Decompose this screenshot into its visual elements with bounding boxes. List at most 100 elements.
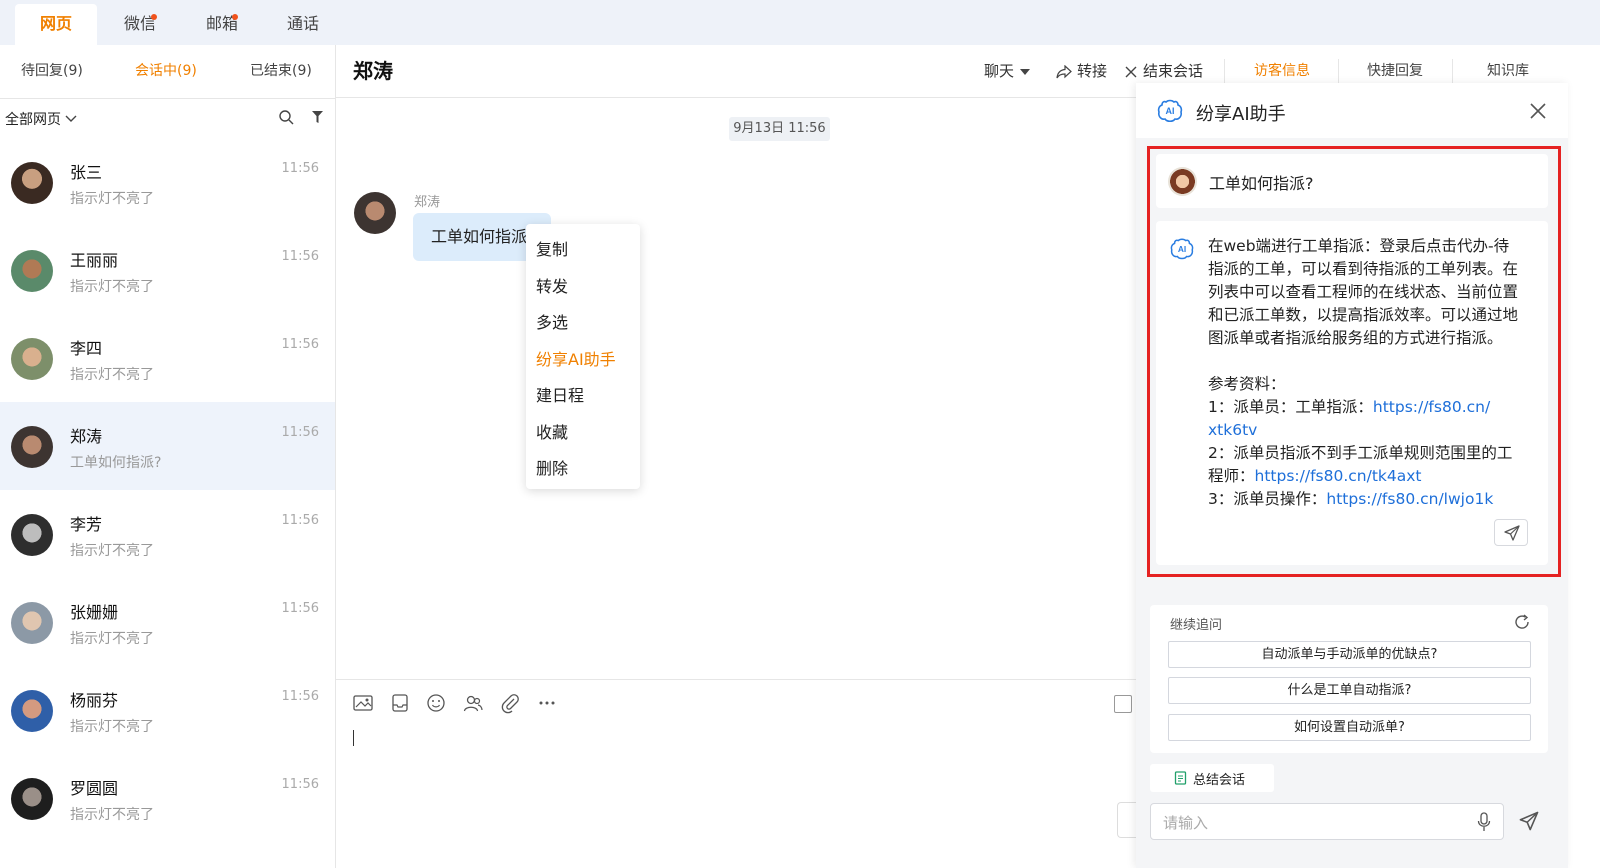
- contact-name: 王丽丽: [70, 251, 119, 270]
- contact-name: 张三: [70, 163, 103, 182]
- divider: [1224, 59, 1225, 85]
- subtab-pending[interactable]: 待回复(9): [21, 45, 83, 98]
- menu-item-favorite[interactable]: 收藏: [536, 419, 568, 443]
- checkbox[interactable]: [1114, 695, 1132, 713]
- date-separator: 9月13日 11:56: [729, 117, 830, 141]
- contact-item[interactable]: 王丽丽 指示灯不亮了 11:56: [0, 226, 335, 314]
- wechat-badge: [151, 14, 157, 20]
- followup-title: 继续追问: [1170, 618, 1223, 633]
- menu-item-create-schedule[interactable]: 建日程: [536, 382, 584, 406]
- send-icon[interactable]: [1518, 810, 1540, 832]
- send-button-partial[interactable]: [1117, 802, 1137, 838]
- inbox-icon[interactable]: [389, 692, 411, 714]
- divider: [1452, 59, 1453, 85]
- contact-last-message: 指示灯不亮了: [70, 807, 154, 823]
- attachment-icon[interactable]: [499, 692, 521, 714]
- contact-last-message: 指示灯不亮了: [70, 719, 154, 735]
- transfer-label: 转接: [1077, 62, 1108, 80]
- input-placeholder: 请输入: [1163, 814, 1209, 832]
- page-title: 郑涛: [353, 59, 393, 83]
- contact-time: 11:56: [281, 337, 319, 352]
- suggestion-button[interactable]: 自动派单与手动派单的优缺点?: [1168, 641, 1531, 668]
- top-tab-bar: 网页 微信 邮箱 通话: [0, 0, 1600, 45]
- contact-item[interactable]: 杨丽芬 指示灯不亮了 11:56: [0, 666, 335, 754]
- contact-time: 11:56: [281, 513, 319, 528]
- tab-wechat[interactable]: 微信: [110, 4, 170, 45]
- contacts-icon[interactable]: [462, 692, 484, 714]
- search-icon[interactable]: [278, 109, 294, 125]
- document-icon: [1174, 771, 1187, 785]
- divider: [0, 98, 335, 99]
- contact-item-selected[interactable]: 郑涛 工单如何指派? 11:56: [0, 402, 335, 490]
- tab-call[interactable]: 通话: [273, 4, 333, 45]
- menu-item-ai-assistant[interactable]: 纷享AI助手: [536, 346, 616, 370]
- chat-mode-dropdown[interactable]: 聊天: [984, 45, 1031, 98]
- summarize-button[interactable]: 总结会话: [1150, 764, 1274, 792]
- more-icon[interactable]: [536, 692, 558, 714]
- svg-text:AI: AI: [1166, 106, 1175, 116]
- message-input[interactable]: [352, 726, 1112, 856]
- avatar: [11, 602, 53, 644]
- avatar: [11, 338, 53, 380]
- ai-robot-icon: AI: [1156, 97, 1184, 125]
- contact-time: 11:56: [281, 161, 319, 176]
- tab-web[interactable]: 网页: [15, 4, 97, 45]
- contact-last-message: 指示灯不亮了: [70, 543, 154, 559]
- transfer-button[interactable]: 转接: [1056, 45, 1107, 98]
- close-icon[interactable]: [1530, 103, 1546, 119]
- menu-item-copy[interactable]: 复制: [536, 236, 568, 260]
- contact-item[interactable]: 张姗姗 指示灯不亮了 11:56: [0, 578, 335, 666]
- ai-input-field[interactable]: 请输入: [1150, 803, 1504, 840]
- contact-name: 李四: [70, 339, 103, 358]
- chevron-down-icon: [65, 115, 77, 123]
- menu-item-multiselect[interactable]: 多选: [536, 309, 568, 333]
- contact-name: 张姗姗: [70, 603, 119, 622]
- filter-label: 全部网页: [5, 112, 61, 128]
- share-arrow-icon: [1056, 64, 1072, 79]
- caret-down-icon: [1020, 68, 1031, 75]
- contact-last-message: 指示灯不亮了: [70, 631, 154, 647]
- ai-panel-title: 纷享AI助手: [1196, 104, 1286, 125]
- contact-last-message: 指示灯不亮了: [70, 191, 154, 207]
- context-menu: 复制 转发 多选 纷享AI助手 建日程 收藏 删除: [526, 224, 640, 489]
- contact-time: 11:56: [281, 425, 319, 440]
- suggestion-button[interactable]: 什么是工单自动指派?: [1168, 677, 1531, 704]
- contact-time: 11:56: [281, 777, 319, 792]
- contact-item[interactable]: 张三 指示灯不亮了 11:56: [0, 138, 335, 226]
- avatar: [11, 778, 53, 820]
- subtab-ended[interactable]: 已结束(9): [250, 45, 312, 98]
- menu-item-delete[interactable]: 删除: [536, 455, 568, 479]
- subtab-active[interactable]: 会话中(9): [135, 45, 197, 98]
- chat-mode-label: 聊天: [984, 62, 1015, 80]
- contact-name: 罗圆圆: [70, 779, 119, 798]
- filter-dropdown[interactable]: 全部网页: [5, 109, 77, 129]
- image-icon[interactable]: [352, 692, 374, 714]
- microphone-icon[interactable]: [1477, 812, 1491, 832]
- contact-last-message: 指示灯不亮了: [70, 367, 154, 383]
- contact-item[interactable]: 李芳 指示灯不亮了 11:56: [0, 490, 335, 578]
- avatar: [11, 426, 53, 468]
- contact-name: 杨丽芬: [70, 691, 119, 710]
- tab-email[interactable]: 邮箱: [192, 4, 252, 45]
- avatar: [11, 162, 53, 204]
- contact-last-message: 指示灯不亮了: [70, 279, 154, 295]
- message-composer: [336, 679, 1138, 868]
- contact-name: 李芳: [70, 515, 103, 534]
- filter-icon[interactable]: [311, 110, 324, 124]
- avatar: [354, 192, 396, 234]
- contact-time: 11:56: [281, 689, 319, 704]
- contact-last-message: 工单如何指派?: [70, 455, 162, 471]
- email-badge: [232, 14, 238, 20]
- contact-time: 11:56: [281, 601, 319, 616]
- avatar: [11, 690, 53, 732]
- contact-item[interactable]: 李四 指示灯不亮了 11:56: [0, 314, 335, 402]
- suggestion-button[interactable]: 如何设置自动派单?: [1168, 714, 1531, 741]
- menu-item-forward[interactable]: 转发: [536, 273, 568, 297]
- emoji-icon[interactable]: [425, 692, 447, 714]
- sender-name: 郑涛: [414, 195, 441, 210]
- close-icon: [1125, 66, 1137, 78]
- contact-time: 11:56: [281, 249, 319, 264]
- contact-item[interactable]: 罗圆圆 指示灯不亮了 11:56: [0, 754, 335, 842]
- refresh-icon[interactable]: [1513, 613, 1531, 631]
- summarize-label: 总结会话: [1193, 772, 1246, 788]
